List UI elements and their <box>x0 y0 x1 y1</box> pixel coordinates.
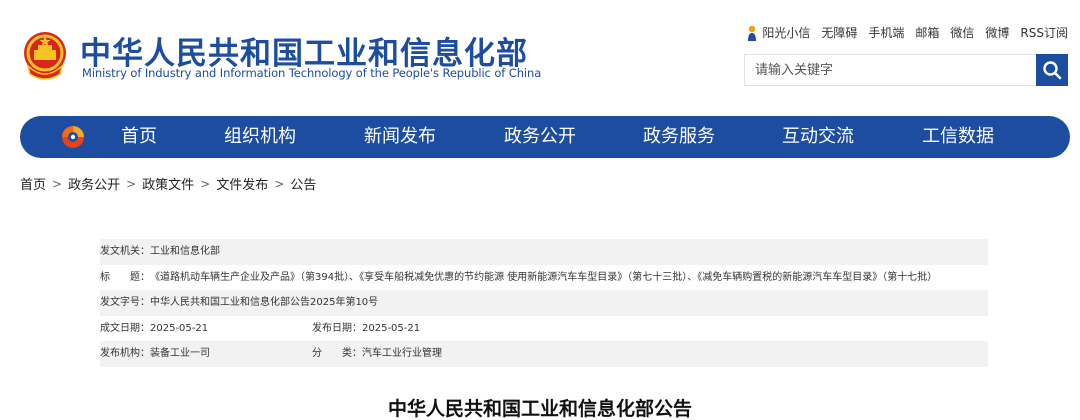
issuer-value: 工业和信息化部 <box>150 246 220 257</box>
top-link-label: 阳光小信 <box>762 26 811 40</box>
breadcrumb-separator: > <box>52 176 63 191</box>
publish-date-cell: 发布日期： 2025-05-21 <box>312 316 420 342</box>
nav-item-home[interactable]: 首页 <box>121 116 157 158</box>
nav-item-government-services[interactable]: 政务服务 <box>643 116 715 158</box>
info-row-doc-number: 发文字号： 中华人民共和国工业和信息化部公告2025年第10号 <box>100 290 988 316</box>
org-label: 发布机构： <box>100 348 150 359</box>
info-row-issuer: 发文机关： 工业和信息化部 <box>100 239 988 265</box>
info-row-dates: 成文日期： 2025-05-21 发布日期： 2025-05-21 <box>100 316 988 342</box>
written-date-label: 成文日期： <box>100 322 150 334</box>
breadcrumb-separator: > <box>200 176 211 191</box>
main-nav: 首页 组织机构 新闻发布 政务公开 政务服务 互动交流 工信数据 <box>20 116 1070 158</box>
org-value: 装备工业一司 <box>150 348 210 359</box>
search-input[interactable] <box>744 54 1036 86</box>
top-links: 阳光小信 无障碍 手机端 邮箱 微信 微博 RSS订阅 <box>746 24 1068 41</box>
info-row-title: 标 题： 《道路机动车辆生产企业及产品》（第394批）、《享受车船税减免优惠的节… <box>100 265 988 291</box>
breadcrumb-file-release[interactable]: 文件发布 <box>216 174 268 193</box>
written-date-value: 2025-05-21 <box>150 322 209 334</box>
info-row-org: 发布机构： 装备工业一司 分 类： 汽车工业行业管理 <box>100 341 988 367</box>
national-emblem-icon[interactable] <box>20 30 70 82</box>
top-link-mobile[interactable]: 手机端 <box>868 24 904 41</box>
site-subtitle: Ministry of Industry and Information Tec… <box>82 66 542 80</box>
title-value: 《道路机动车辆生产企业及产品》（第394批）、《享受车船税减免优惠的节约能源 使… <box>150 271 938 283</box>
breadcrumb: 首页 > 政务公开 > 政策文件 > 文件发布 > 公告 <box>20 174 316 194</box>
top-link-accessibility[interactable]: 无障碍 <box>821 24 857 41</box>
nav-item-government-affairs[interactable]: 政务公开 <box>504 116 576 158</box>
site-header: 中华人民共和国工业和信息化部 Ministry of Industry and … <box>0 0 1080 110</box>
category-label: 分 类： <box>312 348 362 359</box>
sun-person-icon <box>748 25 757 41</box>
search-icon <box>1043 61 1062 80</box>
title-label: 标 题： <box>100 271 150 283</box>
doc-number-value: 中华人民共和国工业和信息化部公告2025年第10号 <box>150 297 379 308</box>
nav-item-news[interactable]: 新闻发布 <box>364 116 436 158</box>
written-date-cell: 成文日期： 2025-05-21 <box>100 316 208 342</box>
publish-date-value: 2025-05-21 <box>362 322 421 334</box>
breadcrumb-home[interactable]: 首页 <box>20 174 46 193</box>
top-link-sunshine[interactable]: 阳光小信 <box>746 24 810 41</box>
breadcrumb-separator: > <box>126 176 137 191</box>
doc-number-label: 发文字号： <box>100 297 150 308</box>
document-info-table: 发文机关： 工业和信息化部 标 题： 《道路机动车辆生产企业及产品》（第394批… <box>100 239 988 367</box>
nav-item-organization[interactable]: 组织机构 <box>224 116 296 158</box>
org-cell: 发布机构： 装备工业一司 <box>100 341 210 367</box>
category-cell: 分 类： 汽车工业行业管理 <box>312 341 442 367</box>
top-link-mailbox[interactable]: 邮箱 <box>915 24 939 41</box>
breadcrumb-announcement[interactable]: 公告 <box>290 174 316 193</box>
top-link-weibo[interactable]: 微博 <box>985 24 1009 41</box>
search-box <box>744 54 1068 86</box>
search-button[interactable] <box>1036 54 1068 86</box>
issuer-label: 发文机关： <box>100 246 150 257</box>
nav-items: 首页 组织机构 新闻发布 政务公开 政务服务 互动交流 工信数据 <box>20 116 1070 158</box>
top-link-rss[interactable]: RSS订阅 <box>1020 24 1068 41</box>
nav-item-interaction[interactable]: 互动交流 <box>782 116 854 158</box>
nav-item-data[interactable]: 工信数据 <box>922 116 994 158</box>
category-value: 汽车工业行业管理 <box>362 348 442 359</box>
top-link-wechat[interactable]: 微信 <box>950 24 974 41</box>
breadcrumb-separator: > <box>274 176 285 191</box>
publish-date-label: 发布日期： <box>312 322 362 334</box>
breadcrumb-government-affairs[interactable]: 政务公开 <box>68 174 120 193</box>
document-title: 中华人民共和国工业和信息化部公告 <box>387 398 692 420</box>
breadcrumb-policy-documents[interactable]: 政策文件 <box>142 174 194 193</box>
